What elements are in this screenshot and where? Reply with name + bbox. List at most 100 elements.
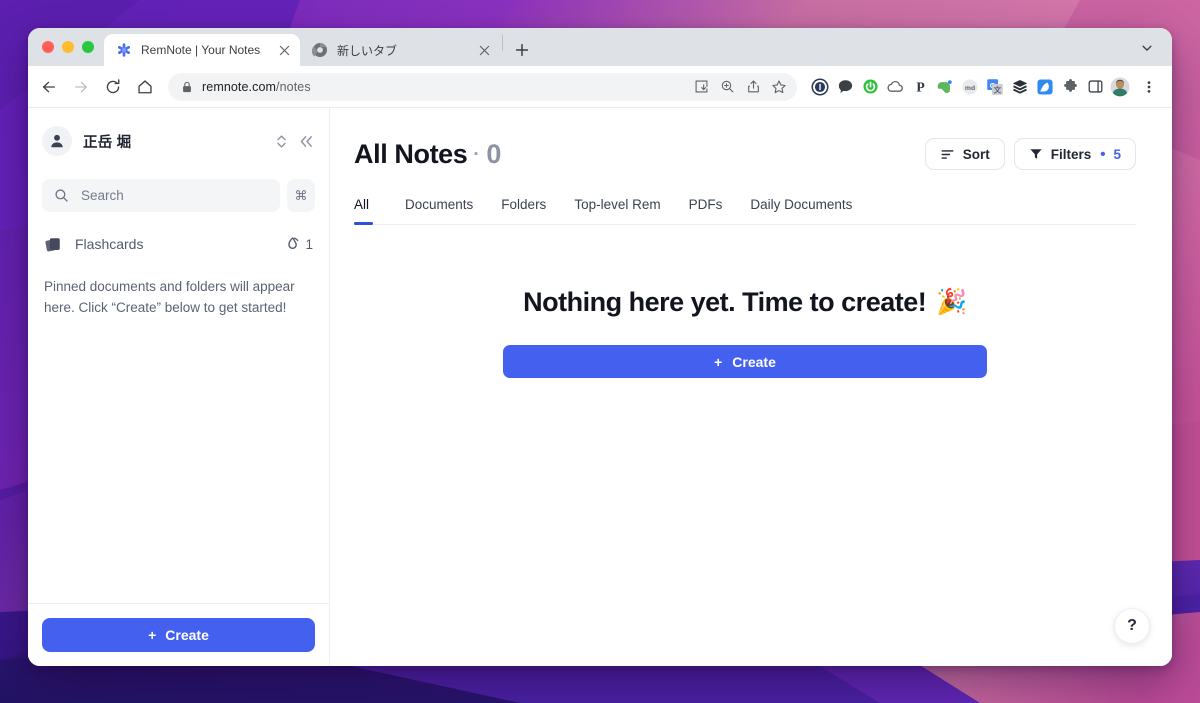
reload-button[interactable] [98, 72, 128, 102]
main-create-button[interactable]: + Create [503, 345, 987, 378]
tab-all[interactable]: All [354, 197, 383, 225]
buffer-extension-icon[interactable] [1009, 76, 1031, 98]
close-tab-button[interactable] [276, 42, 292, 58]
main-header: All Notes · 0 Sort Filters • 5 [354, 138, 1136, 170]
page-title-text: All Notes [354, 138, 468, 169]
minimize-window-button[interactable] [62, 41, 74, 53]
chat-bubble-glyph [838, 80, 852, 93]
browser-tab-remnote[interactable]: RemNote | Your Notes [104, 34, 300, 66]
close-tab-button[interactable] [476, 42, 492, 58]
flashcard-streak: 1 [286, 237, 313, 252]
tab-daily-documents[interactable]: Daily Documents [736, 197, 866, 224]
tab-documents[interactable]: Documents [391, 197, 487, 224]
google-translate-extension-icon[interactable]: G 文 [984, 76, 1006, 98]
markdownload-extension-icon[interactable]: md [959, 76, 981, 98]
tab-separator [502, 35, 503, 51]
browser-window: RemNote | Your Notes 新しいタブ remnote.com/n… [28, 28, 1172, 666]
sort-label: Sort [962, 146, 990, 162]
browser-menu-button[interactable] [1136, 74, 1162, 100]
flame-icon [288, 236, 299, 249]
new-tab-button[interactable] [508, 36, 536, 64]
help-button[interactable]: ? [1114, 608, 1150, 644]
sidebar-create-button[interactable]: + Create [42, 618, 315, 652]
window-traffic-lights [38, 28, 104, 66]
evernote-extension-icon[interactable] [934, 76, 956, 98]
svg-text:文: 文 [994, 84, 1002, 94]
party-popper-icon: 🎉 [936, 288, 967, 316]
cloud-glyph [887, 80, 903, 92]
elephant-glyph [937, 79, 952, 93]
account-switcher-button[interactable] [275, 133, 288, 150]
sidebar-item-flashcards[interactable]: Flashcards 1 [42, 230, 315, 258]
url-text: remnote.com/notes [202, 80, 311, 94]
empty-state-text: Nothing here yet. Time to create! [523, 287, 927, 317]
chat-extension-icon[interactable] [834, 76, 856, 98]
filter-icon [1030, 149, 1042, 159]
plus-icon [515, 43, 529, 57]
zoom-search-icon[interactable] [715, 75, 739, 99]
zoom-window-button[interactable] [82, 41, 94, 53]
tab-label: PDFs [688, 197, 723, 212]
search-input[interactable]: Search [42, 179, 280, 212]
search-shortcut-badge[interactable]: ⌘ [287, 179, 315, 212]
sidebar-user-name: 正岳 堀 [83, 134, 132, 151]
kiwi-extension-icon[interactable] [1034, 76, 1056, 98]
filters-dot: • [1100, 145, 1106, 163]
1password-extension-icon[interactable] [809, 76, 831, 98]
arrow-right-icon [74, 81, 88, 92]
sidebar-footer: + Create [28, 603, 329, 666]
browser-toolbar: remnote.com/notes P md 文 [28, 66, 1172, 108]
puzzle-extensions-icon[interactable] [1059, 76, 1081, 98]
main-inner: All Notes · 0 Sort Filters • 5 All Docum… [330, 108, 1172, 666]
install-app-icon[interactable] [689, 75, 713, 99]
profile-avatar[interactable] [1109, 76, 1131, 98]
sort-button[interactable]: Sort [924, 138, 1005, 170]
tab-pdfs[interactable]: PDFs [675, 197, 737, 224]
filters-button[interactable]: Filters • 5 [1013, 138, 1136, 170]
chrome-icon [312, 43, 327, 57]
sidebar-user-row[interactable]: 正岳 堀 [42, 124, 315, 158]
omnibox-actions [689, 75, 791, 99]
puzzle-piece-glyph [1063, 79, 1077, 92]
flashcards-label: Flashcards [75, 236, 144, 252]
ublock-extension-icon[interactable] [859, 76, 881, 98]
tab-label: Folders [501, 197, 547, 212]
tab-folders[interactable]: Folders [487, 197, 560, 224]
tab-label: Top-level Rem [574, 197, 661, 212]
remnote-icon [118, 43, 130, 57]
cloud-extension-icon[interactable] [884, 76, 906, 98]
bookmark-star-button[interactable] [767, 75, 791, 99]
layers-glyph [1012, 79, 1028, 94]
collapse-sidebar-button[interactable] [298, 134, 315, 149]
search-placeholder: Search [81, 188, 124, 203]
share-icon-button[interactable] [741, 75, 765, 99]
pinned-empty-hint: Pinned documents and folders will appear… [44, 279, 295, 315]
forward-button[interactable] [66, 72, 96, 102]
md-glyph: md [962, 78, 978, 95]
pocket-extension-icon[interactable]: P [909, 76, 931, 98]
chevron-updown-icon [277, 134, 286, 148]
plus-icon: + [714, 353, 723, 370]
home-button[interactable] [130, 72, 160, 102]
close-icon [279, 45, 289, 55]
browser-tab-newtab[interactable]: 新しいタブ [300, 34, 500, 66]
side-panel-icon[interactable] [1084, 76, 1106, 98]
plus-icon: + [148, 627, 157, 643]
back-button[interactable] [34, 72, 64, 102]
close-window-button[interactable] [42, 41, 54, 53]
url-path: /notes [276, 79, 311, 94]
tab-search-button[interactable] [1134, 35, 1160, 61]
main-create-label: Create [732, 353, 776, 370]
tab-top-level-rem[interactable]: Top-level Rem [560, 197, 674, 224]
sort-icon [941, 149, 954, 159]
pocket-p-glyph: P [916, 80, 924, 95]
help-question-icon: ? [1127, 617, 1137, 634]
sidebar: 正岳 堀 Search ⌘ Flashcards 1 Pinned docume… [28, 108, 330, 666]
sidebar-user-actions [275, 133, 315, 150]
sidebar-top: 正岳 堀 Search ⌘ Flashcards 1 Pinned docume… [28, 108, 329, 319]
filters-label: Filters [1050, 146, 1092, 162]
empty-state: Nothing here yet. Time to create! 🎉 + Cr… [354, 225, 1136, 666]
tab-strip: RemNote | Your Notes 新しいタブ [28, 28, 1172, 66]
address-bar[interactable]: remnote.com/notes [168, 72, 797, 101]
arrow-left-icon [42, 81, 56, 92]
